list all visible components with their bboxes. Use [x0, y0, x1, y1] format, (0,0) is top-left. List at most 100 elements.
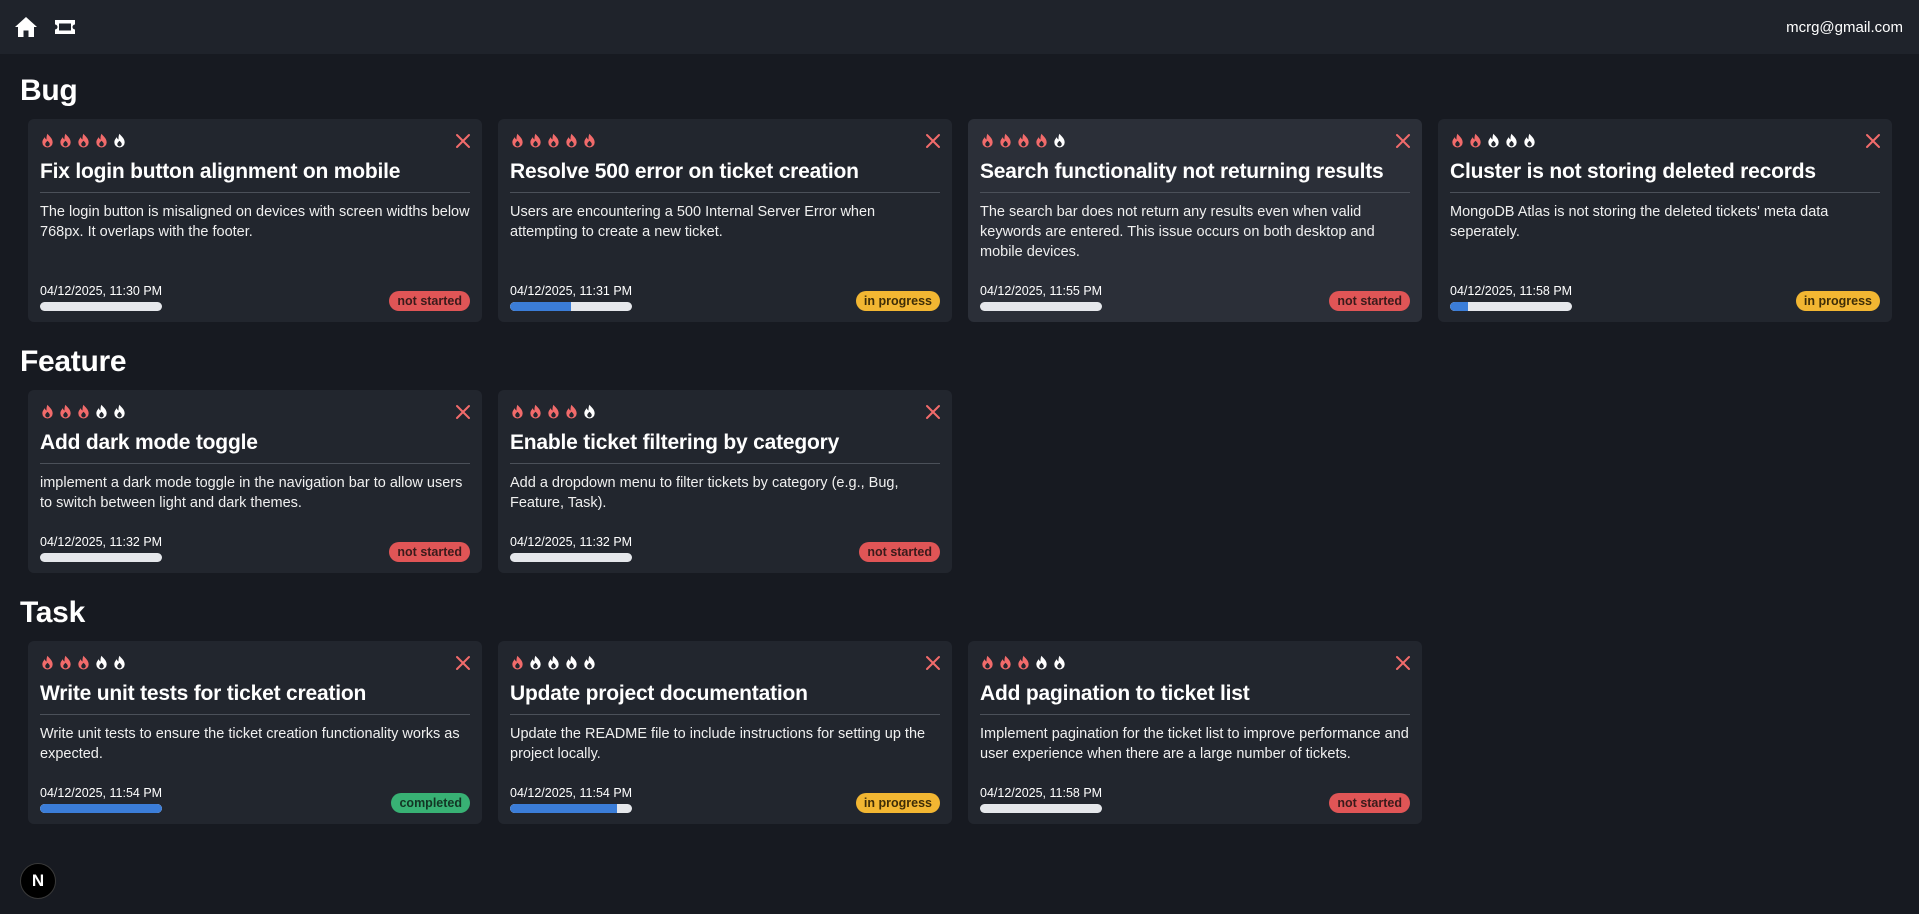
flame-active-icon — [980, 133, 995, 148]
ticket-card[interactable]: Write unit tests for ticket creation Writ… — [28, 641, 482, 824]
ticket-card[interactable]: Search functionality not returning resul… — [968, 119, 1422, 322]
status-badge: completed — [391, 793, 470, 813]
ticket-description: Write unit tests to ensure the ticket cr… — [40, 726, 460, 762]
priority-flames — [40, 402, 470, 420]
ticket-footer: 04/12/2025, 11:31 PM in progress — [510, 284, 940, 311]
flame-active-icon — [998, 655, 1013, 670]
task-ticket-list: Write unit tests for ticket creation Writ… — [28, 641, 1422, 824]
ticket-title: Add pagination to ticket list — [980, 682, 1410, 715]
ticket-title: Fix login button alignment on mobile — [40, 160, 470, 193]
ticket-title: Add dark mode toggle — [40, 431, 470, 464]
ticket-card[interactable]: Update project documentation Update the R… — [498, 641, 952, 824]
progress-fill — [510, 804, 618, 813]
flame-active-icon — [76, 133, 91, 148]
ticket-date: 04/12/2025, 11:32 PM — [40, 535, 163, 549]
flame-active-icon — [1034, 133, 1049, 148]
priority-flames — [40, 653, 470, 671]
ticket-card[interactable]: Add pagination to ticket list Implement p… — [968, 641, 1422, 824]
ticket-title: Write unit tests for ticket creation — [40, 682, 470, 715]
delete-ticket-icon[interactable] — [925, 133, 941, 149]
top-nav-bar: mcrg@gmail.com — [0, 0, 1919, 54]
ticket-footer: 04/12/2025, 11:30 PM not started — [40, 284, 470, 311]
delete-ticket-icon[interactable] — [1395, 655, 1411, 671]
flame-inactive-icon — [94, 655, 109, 670]
status-badge: not started — [389, 291, 470, 311]
ticket-progress-bar — [510, 804, 632, 813]
ticket-card[interactable]: Enable ticket filtering by category Add a… — [498, 390, 952, 573]
flame-active-icon — [76, 404, 91, 419]
ticket-description: Users are encountering a 500 Internal Se… — [510, 204, 876, 240]
priority-flames — [510, 131, 940, 149]
flame-inactive-icon — [112, 404, 127, 419]
ticket-date: 04/12/2025, 11:32 PM — [510, 535, 633, 549]
flame-inactive-icon — [582, 404, 597, 419]
flame-inactive-icon — [1052, 655, 1067, 670]
ticket-card[interactable]: Fix login button alignment on mobile The … — [28, 119, 482, 322]
status-badge: in progress — [855, 793, 940, 813]
flame-inactive-icon — [112, 655, 127, 670]
ticket-date: 04/12/2025, 11:58 PM — [980, 786, 1103, 800]
progress-fill — [1450, 302, 1469, 311]
ticket-title: Cluster is not storing deleted records — [1450, 160, 1880, 193]
flame-inactive-icon — [1052, 133, 1067, 148]
ticket-footer: 04/12/2025, 11:54 PM completed — [40, 786, 470, 813]
flame-active-icon — [40, 655, 55, 670]
ticket-icon[interactable] — [53, 18, 77, 36]
ticket-description: MongoDB Atlas is not storing the deleted… — [1450, 204, 1829, 240]
delete-ticket-icon[interactable] — [1865, 133, 1881, 149]
status-badge: not started — [389, 542, 470, 562]
ticket-date: 04/12/2025, 11:54 PM — [40, 786, 163, 800]
ticket-progress-bar — [40, 553, 162, 562]
flame-active-icon — [40, 404, 55, 419]
ticket-progress-bar — [980, 804, 1102, 813]
status-badge: not started — [859, 542, 940, 562]
flame-active-icon — [528, 133, 543, 148]
delete-ticket-icon[interactable] — [455, 133, 471, 149]
delete-ticket-icon[interactable] — [1395, 133, 1411, 149]
delete-ticket-icon[interactable] — [925, 404, 941, 420]
ticket-footer: 04/12/2025, 11:58 PM not started — [980, 786, 1410, 813]
ticket-footer: 04/12/2025, 11:32 PM not started — [40, 535, 470, 562]
ticket-meta: 04/12/2025, 11:32 PM — [510, 535, 632, 562]
ticket-description: Implement pagination for the ticket list… — [980, 726, 1409, 762]
priority-flames — [980, 653, 1410, 671]
flame-active-icon — [58, 133, 73, 148]
flame-inactive-icon — [564, 655, 579, 670]
delete-ticket-icon[interactable] — [455, 404, 471, 420]
ticket-footer: 04/12/2025, 11:58 PM in progress — [1450, 284, 1880, 311]
ticket-card[interactable]: Add dark mode toggle implement a dark mod… — [28, 390, 482, 573]
flame-active-icon — [1468, 133, 1483, 148]
ticket-card[interactable]: Resolve 500 error on ticket creation User… — [498, 119, 952, 322]
delete-ticket-icon[interactable] — [455, 655, 471, 671]
flame-inactive-icon — [94, 404, 109, 419]
ticket-progress-bar — [1450, 302, 1572, 311]
flame-active-icon — [40, 133, 55, 148]
ticket-description: The login button is misaligned on device… — [40, 204, 470, 240]
flame-active-icon — [1016, 133, 1031, 148]
ticket-footer: 04/12/2025, 11:32 PM not started — [510, 535, 940, 562]
flame-active-icon — [998, 133, 1013, 148]
ticket-card[interactable]: Cluster is not storing deleted records Mo… — [1438, 119, 1892, 322]
ticket-meta: 04/12/2025, 11:58 PM — [980, 786, 1102, 813]
flame-active-icon — [582, 133, 597, 148]
flame-active-icon — [510, 133, 525, 148]
ticket-progress-bar — [510, 302, 632, 311]
flame-active-icon — [76, 655, 91, 670]
ticket-description: Add a dropdown menu to filter tickets by… — [510, 475, 899, 511]
status-badge: not started — [1329, 793, 1410, 813]
flame-active-icon — [546, 133, 561, 148]
progress-fill — [510, 302, 571, 311]
home-icon[interactable] — [14, 16, 38, 38]
priority-flames — [980, 131, 1410, 149]
flame-active-icon — [58, 655, 73, 670]
next-dev-badge[interactable]: N — [20, 863, 56, 899]
flame-active-icon — [510, 655, 525, 670]
flame-active-icon — [528, 404, 543, 419]
flame-active-icon — [58, 404, 73, 419]
ticket-meta: 04/12/2025, 11:55 PM — [980, 284, 1102, 311]
ticket-meta: 04/12/2025, 11:31 PM — [510, 284, 632, 311]
ticket-title: Resolve 500 error on ticket creation — [510, 160, 940, 193]
delete-ticket-icon[interactable] — [925, 655, 941, 671]
flame-inactive-icon — [1034, 655, 1049, 670]
flame-inactive-icon — [1486, 133, 1501, 148]
